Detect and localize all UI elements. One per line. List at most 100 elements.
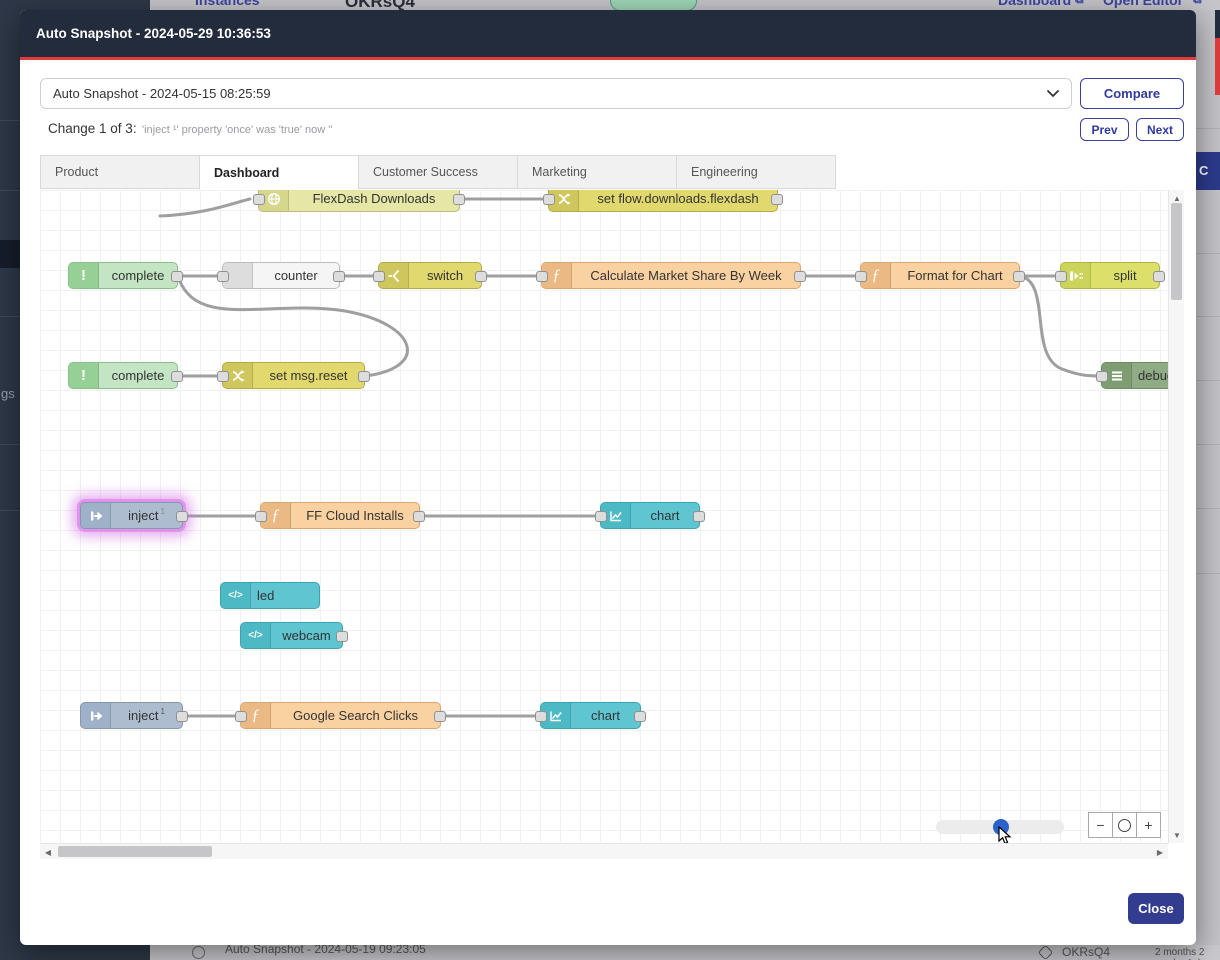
vertical-scrollbar-thumb[interactable] bbox=[1171, 203, 1182, 300]
external-link-icon: ⧉ bbox=[1193, 0, 1202, 7]
scroll-down-icon[interactable]: ▼ bbox=[1169, 827, 1185, 843]
node-label: chart bbox=[631, 503, 699, 528]
table-row-divider bbox=[1196, 444, 1220, 445]
inject-icon bbox=[81, 503, 111, 528]
node-label: complete bbox=[99, 263, 177, 288]
node-label: chart bbox=[571, 703, 640, 728]
flow-node-change[interactable]: set msg.reset bbox=[222, 362, 365, 389]
node-label: complete bbox=[99, 363, 177, 388]
tab-engineering[interactable]: Engineering bbox=[676, 155, 836, 189]
output-port bbox=[1013, 271, 1025, 282]
nav-instances-link[interactable]: Instances bbox=[195, 0, 260, 8]
node-label: counter bbox=[253, 263, 339, 288]
flow-node-inject-changed[interactable]: inject1 bbox=[80, 502, 183, 529]
flow-node-function[interactable]: ƒ Google Search Clicks bbox=[240, 702, 441, 729]
external-link-icon: ⧉ bbox=[1075, 0, 1084, 7]
table-row-divider bbox=[1196, 316, 1220, 317]
zoom-reset-icon bbox=[1118, 819, 1131, 832]
scroll-left-icon[interactable]: ◀ bbox=[40, 844, 56, 860]
input-port bbox=[235, 711, 247, 722]
flow-node-debug[interactable]: debug bbox=[1101, 362, 1168, 389]
output-port bbox=[453, 194, 465, 205]
zoom-reset-button[interactable] bbox=[1112, 813, 1136, 837]
table-row-divider bbox=[1196, 573, 1220, 574]
flow-node-led[interactable]: </> led bbox=[220, 582, 320, 609]
output-port bbox=[1153, 271, 1165, 282]
snapshot-table-edge: C bbox=[1196, 10, 1220, 945]
tab-marketing[interactable]: Marketing bbox=[517, 155, 677, 189]
node-label: split bbox=[1091, 263, 1159, 288]
output-port bbox=[336, 631, 348, 642]
flow-tabs: Product Dashboard Customer Success Marke… bbox=[40, 155, 836, 190]
compare-button[interactable]: Compare bbox=[1080, 78, 1184, 109]
output-port bbox=[176, 711, 188, 722]
secondary-dialog-edge bbox=[1215, 10, 1220, 95]
tab-dashboard[interactable]: Dashboard bbox=[199, 155, 359, 190]
prev-button[interactable]: Prev bbox=[1080, 118, 1129, 141]
input-port bbox=[595, 511, 607, 522]
flow-node-split[interactable]: split bbox=[1060, 262, 1160, 289]
table-row-divider bbox=[1196, 380, 1220, 381]
flow-canvas[interactable]: FlexDash Downloads set flow.downloads.fl… bbox=[40, 190, 1168, 843]
next-button[interactable]: Next bbox=[1136, 118, 1184, 141]
node-label: led bbox=[251, 583, 319, 608]
table-row-divider bbox=[1196, 253, 1220, 254]
horizontal-scrollbar[interactable]: ◀ ▶ bbox=[40, 843, 1168, 859]
input-port bbox=[373, 271, 385, 282]
zoom-in-button[interactable]: + bbox=[1136, 813, 1160, 837]
snapshot-select[interactable]: Auto Snapshot - 2024-05-15 08:25:59 bbox=[40, 78, 1072, 109]
flow-node-chart[interactable]: chart bbox=[600, 502, 700, 529]
flow-node-chart[interactable]: chart bbox=[540, 702, 641, 729]
tab-product[interactable]: Product bbox=[40, 155, 200, 189]
node-label: set flow.downloads.flexdash bbox=[579, 190, 777, 211]
flow-node-complete[interactable]: ! complete bbox=[68, 262, 178, 289]
output-port bbox=[693, 511, 705, 522]
zoom-out-button[interactable]: − bbox=[1089, 813, 1112, 837]
clock-icon bbox=[192, 946, 205, 959]
tab-customer-success[interactable]: Customer Success bbox=[358, 155, 518, 189]
node-label: Calculate Market Share By Week bbox=[572, 263, 800, 288]
sidebar-divider bbox=[0, 120, 20, 121]
flow-node-switch[interactable]: switch bbox=[378, 262, 482, 289]
flow-node-function[interactable]: ƒ Format for Chart bbox=[860, 262, 1020, 289]
input-port bbox=[536, 271, 548, 282]
change-counter-label: Change 1 of 3: bbox=[48, 121, 137, 136]
flow-node-counter[interactable]: counter bbox=[222, 262, 340, 289]
flow-node-function[interactable]: ƒ FF Cloud Installs bbox=[260, 502, 420, 529]
table-row-divider bbox=[1196, 508, 1220, 509]
node-label: inject1 bbox=[111, 703, 182, 728]
input-port bbox=[217, 271, 229, 282]
output-port bbox=[413, 511, 425, 522]
close-button[interactable]: Close bbox=[1128, 893, 1184, 924]
input-port bbox=[1055, 271, 1067, 282]
exclamation-icon: ! bbox=[69, 263, 99, 288]
nav-dashboard-link[interactable]: Dashboard bbox=[998, 0, 1071, 8]
flow-node-change[interactable]: set flow.downloads.flexdash bbox=[548, 190, 778, 212]
flow-node-function[interactable]: ƒ Calculate Market Share By Week bbox=[541, 262, 801, 289]
change-detail-text: 'inject ¹' property 'once' was 'true' no… bbox=[142, 124, 332, 136]
inject-icon bbox=[81, 703, 111, 728]
node-label: set msg.reset bbox=[253, 363, 364, 388]
nav-open-editor-link[interactable]: Open Editor bbox=[1103, 0, 1183, 8]
node-label: Google Search Clicks bbox=[271, 703, 440, 728]
sidebar-item-label: gs bbox=[1, 386, 15, 401]
flow-node-http-request[interactable]: FlexDash Downloads bbox=[258, 190, 460, 212]
table-row-divider bbox=[1196, 128, 1220, 129]
flow-node-inject[interactable]: inject1 bbox=[80, 702, 183, 729]
sidebar-divider bbox=[0, 190, 20, 191]
vertical-scrollbar[interactable]: ▲ ▼ bbox=[1168, 190, 1184, 843]
output-port bbox=[176, 511, 188, 522]
node-label: FF Cloud Installs bbox=[291, 503, 419, 528]
flow-node-complete[interactable]: ! complete bbox=[68, 362, 178, 389]
input-port bbox=[535, 711, 547, 722]
flow-viewport: FlexDash Downloads set flow.downloads.fl… bbox=[40, 190, 1184, 859]
snapshot-select-value: Auto Snapshot - 2024-05-15 08:25:59 bbox=[53, 86, 271, 101]
output-port bbox=[794, 271, 806, 282]
input-port bbox=[253, 194, 265, 205]
table-badge: C bbox=[1196, 152, 1220, 190]
node-label: Format for Chart bbox=[891, 263, 1019, 288]
horizontal-scrollbar-thumb[interactable] bbox=[58, 846, 212, 857]
change-badge: 1 bbox=[160, 507, 164, 516]
flow-node-webcam[interactable]: </> webcam bbox=[240, 622, 343, 649]
scroll-right-icon[interactable]: ▶ bbox=[1152, 844, 1168, 860]
